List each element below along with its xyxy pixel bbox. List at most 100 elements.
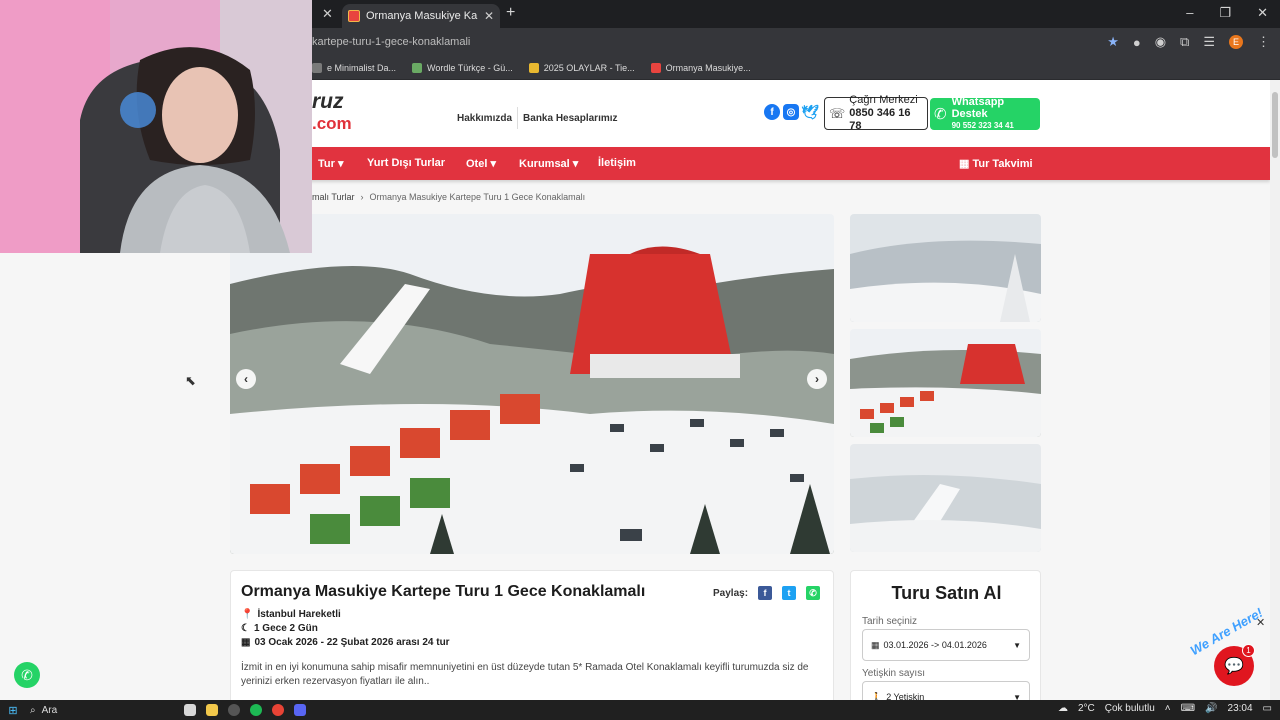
tab-close-icon[interactable]: ✕ xyxy=(484,9,494,23)
browser-menu-icon[interactable]: ⋮ xyxy=(1257,34,1270,50)
calendar-icon: ▦ xyxy=(241,637,251,648)
windows-taskbar: ⊞ ⌕ Ara ☁ 2°C Çok bulutlu ˄ ⌨ 🔊 23:04 ▭ xyxy=(0,700,1280,720)
person-icon: 🚶 xyxy=(871,691,883,701)
clock[interactable]: 23:04 xyxy=(1228,703,1253,714)
file-explorer-icon[interactable] xyxy=(206,704,218,716)
gallery-main-image[interactable]: ‹ › xyxy=(230,214,834,554)
nav-item-kurumsal[interactable]: Kurumsal ▾ xyxy=(519,157,578,170)
nav-item-tour-calendar[interactable]: ▦ Tur Takvimi xyxy=(959,157,1033,170)
gallery-thumbnail[interactable] xyxy=(850,444,1041,552)
chat-close-icon[interactable]: ✕ xyxy=(1256,616,1265,629)
share-label: Paylaş: xyxy=(713,587,749,599)
nav-item-iletisim[interactable]: İletişim xyxy=(598,157,636,169)
windows-start-icon[interactable]: ⊞ xyxy=(2,704,24,717)
gallery-thumbnail[interactable] xyxy=(850,329,1041,437)
page-scrollbar[interactable] xyxy=(1270,80,1280,700)
read-aloud-icon[interactable]: ◉ xyxy=(1155,34,1166,50)
gallery-prev-button[interactable]: ‹ xyxy=(236,369,256,389)
previous-tab-close-icon[interactable]: ✕ xyxy=(322,6,333,22)
purchase-title: Turu Satın Al xyxy=(891,583,1002,603)
notifications-icon[interactable]: ▭ xyxy=(1263,703,1272,714)
url-field[interactable]: kartepe-turu-1-gece-konaklamali xyxy=(312,36,470,48)
bookmark-favicon-icon xyxy=(312,62,322,73)
window-close-icon[interactable]: ✕ xyxy=(1257,5,1268,21)
call-center-button[interactable]: ☏ Çağrı Merkezi 0850 346 16 78 xyxy=(824,94,928,133)
duration-text: 1 Gece 2 Gün xyxy=(253,623,318,634)
scrollbar-thumb[interactable] xyxy=(1272,92,1278,158)
gallery-thumbnail[interactable] xyxy=(850,214,1041,322)
bookmark-favicon-icon xyxy=(528,62,539,73)
tray-arrow-icon[interactable]: ˄ xyxy=(1165,703,1171,714)
whatsapp-title: Whatsapp Destek xyxy=(951,96,1005,120)
site-logo[interactable]: ruz .com xyxy=(312,90,356,140)
adult-select[interactable]: 🚶 2 Yetişkin ▼ xyxy=(862,681,1030,700)
calendar-icon: ▦ xyxy=(959,158,973,170)
date-label: Tarih seçiniz xyxy=(862,616,918,627)
active-tab[interactable]: Ormanya Masukiye Kartepe Tu ✕ xyxy=(342,4,500,28)
dates-text: 03 Ocak 2026 - 22 Şubat 2026 arası 24 tu… xyxy=(254,637,450,648)
obs-icon[interactable] xyxy=(228,704,240,716)
taskbar-apps xyxy=(184,704,306,716)
logo-text-bottom: .com xyxy=(312,114,352,133)
about-link[interactable]: Hakkımızda xyxy=(457,113,512,124)
new-tab-button[interactable]: + xyxy=(506,4,515,22)
top-links: Hakkımızda Banka Hesaplarımız xyxy=(457,107,618,129)
whatsapp-support-button[interactable]: ✆ Whatsapp Destek 90 552 323 34 41 xyxy=(930,96,1040,130)
breadcrumb-parent[interactable]: malı Turlar xyxy=(312,192,355,202)
extensions-puzzle-icon[interactable]: ⧉ xyxy=(1180,34,1189,50)
bookmark-item[interactable]: e Minimalist Da... xyxy=(312,62,397,73)
gallery-next-button[interactable]: › xyxy=(807,369,827,389)
chrome-icon[interactable] xyxy=(272,704,284,716)
discord-icon[interactable] xyxy=(294,704,306,716)
search-icon: ⌕ xyxy=(30,704,36,716)
bookmark-label: Wordle Türkçe - Gü... xyxy=(427,62,513,73)
taskbar-search[interactable]: ⌕ Ara xyxy=(30,705,160,716)
whatsapp-icon: ✆ xyxy=(934,106,947,123)
social-links: f ◎ 🕊 xyxy=(764,104,819,120)
extension-icon[interactable]: ● xyxy=(1133,35,1141,50)
bookmark-label: e Minimalist Da... xyxy=(327,62,397,73)
chevron-down-icon: ▼ xyxy=(1013,692,1021,701)
instagram-icon[interactable]: ◎ xyxy=(783,104,799,120)
task-view-icon[interactable] xyxy=(184,704,196,716)
call-center-text: Çağrı Merkezi 0850 346 16 78 xyxy=(849,94,923,133)
share-whatsapp-icon[interactable]: ✆ xyxy=(806,586,821,600)
bookmark-label: 2025 OLAYLAR - Tie... xyxy=(543,62,635,73)
whatsapp-number: 90 552 323 34 41 xyxy=(951,121,1014,130)
date-select-value: 03.01.2026 -> 04.01.2026 xyxy=(883,640,987,650)
snowy-resort-photo xyxy=(230,214,834,554)
spotify-icon[interactable] xyxy=(250,704,262,716)
weather-text[interactable]: Çok bulutlu xyxy=(1105,703,1155,714)
share-twitter-icon[interactable]: t xyxy=(782,586,797,600)
bank-accounts-link[interactable]: Banka Hesaplarımız xyxy=(523,113,618,124)
whatsapp-icon: ✆ xyxy=(21,666,33,683)
bookmark-favicon-icon xyxy=(412,62,423,73)
bookmark-star-icon[interactable]: ★ xyxy=(1107,34,1119,50)
tour-title: Ormanya Masukiye Kartepe Turu 1 Gece Kon… xyxy=(241,583,646,600)
nav-item-otel[interactable]: Otel ▾ xyxy=(466,157,496,170)
active-tab-title: Ormanya Masukiye Kartepe Tu xyxy=(366,10,478,22)
minimize-icon[interactable]: – xyxy=(1186,5,1193,21)
call-center-number: 0850 346 16 78 xyxy=(849,107,911,132)
nav-item-tur[interactable]: Tur ▾ xyxy=(318,157,343,170)
streamer-webcam-overlay xyxy=(0,0,312,253)
restore-icon[interactable]: ❐ xyxy=(1219,5,1231,21)
date-select[interactable]: ▦ 03.01.2026 -> 04.01.2026 ▼ xyxy=(862,629,1030,661)
nav-item-yurt-disi[interactable]: Yurt Dışı Turlar xyxy=(367,157,445,169)
departure-info: 📍 İstanbul Hareketli xyxy=(241,609,341,620)
facebook-icon[interactable]: f xyxy=(764,104,780,120)
bookmark-item[interactable]: Ormanya Masukiye... xyxy=(650,62,751,73)
phone-icon: ☏ xyxy=(829,105,846,121)
volume-icon[interactable]: 🔊 xyxy=(1205,703,1217,714)
share-facebook-icon[interactable]: f xyxy=(758,586,773,600)
profile-avatar[interactable]: E xyxy=(1229,35,1243,49)
tour-calendar-label: Tur Takvimi xyxy=(972,158,1033,170)
network-icon[interactable]: ⌨ xyxy=(1181,703,1195,714)
twitter-icon[interactable]: 🕊 xyxy=(801,104,819,120)
media-control-icon[interactable]: ☰ xyxy=(1203,34,1215,50)
share-bar: Paylaş: f t ✆ xyxy=(713,586,821,600)
bookmark-item[interactable]: 2025 OLAYLAR - Tie... xyxy=(528,62,635,73)
floating-whatsapp-button[interactable]: ✆ xyxy=(14,662,40,688)
divider xyxy=(517,107,519,129)
bookmark-item[interactable]: Wordle Türkçe - Gü... xyxy=(412,62,513,73)
